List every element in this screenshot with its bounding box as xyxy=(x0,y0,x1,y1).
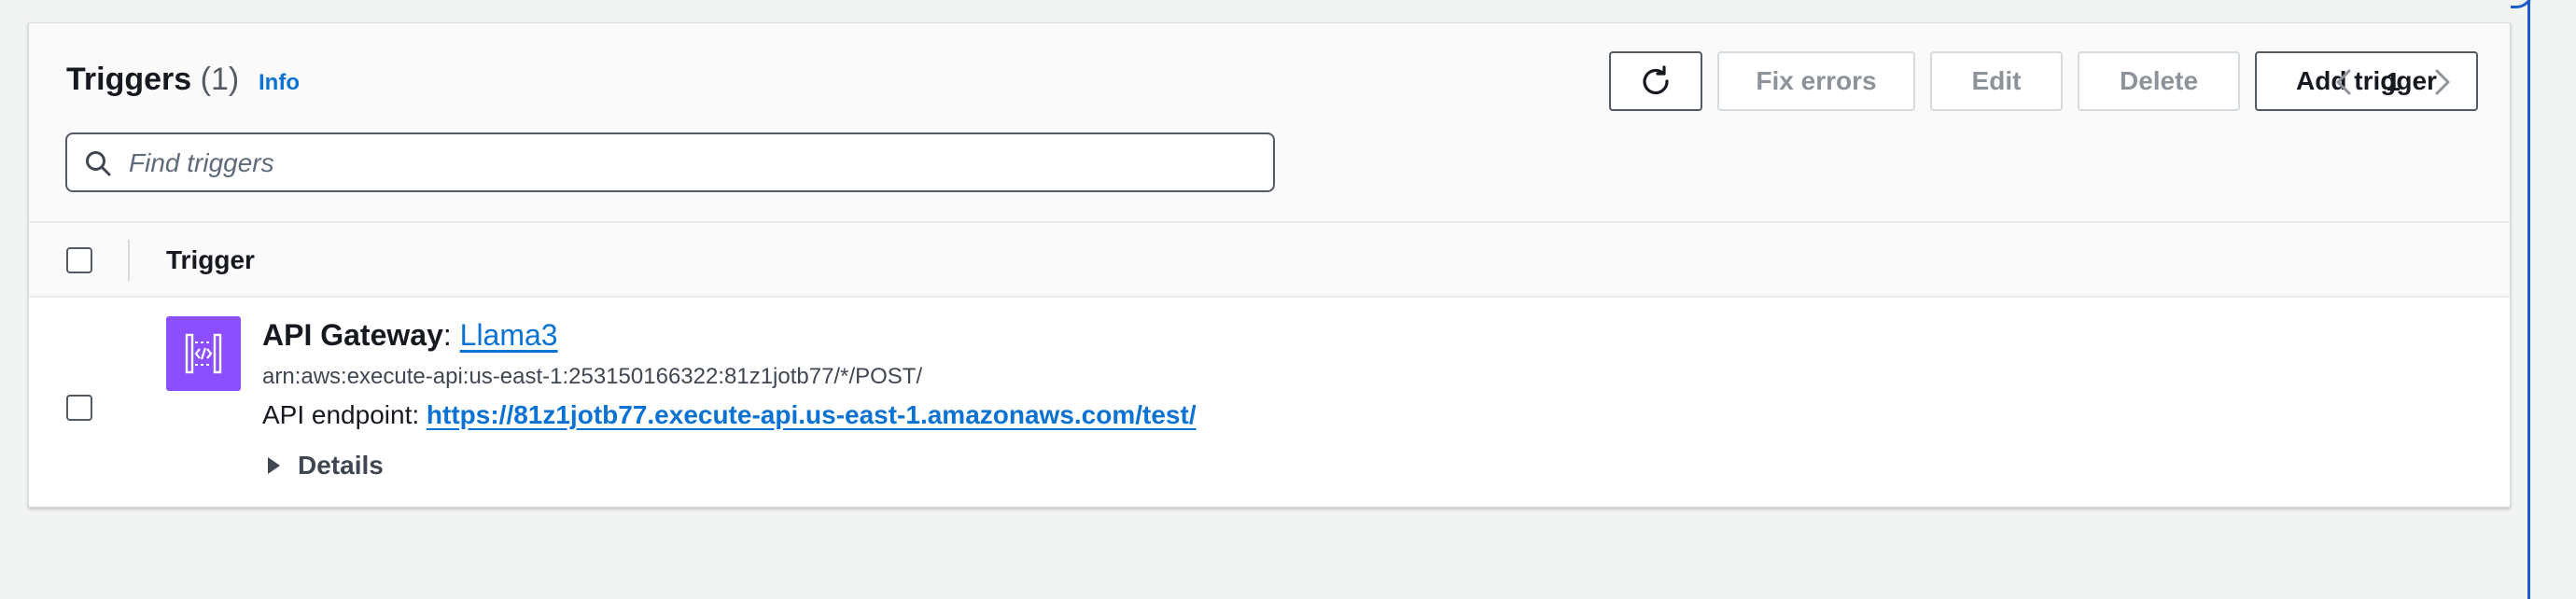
trigger-count: (1) xyxy=(200,62,240,97)
search-icon xyxy=(86,151,111,176)
select-all-checkbox[interactable] xyxy=(66,247,92,273)
refresh-button[interactable] xyxy=(1609,51,1702,111)
trigger-name-link[interactable]: Llama3 xyxy=(460,318,558,352)
details-label: Details xyxy=(298,451,384,480)
next-page-icon[interactable] xyxy=(2430,65,2455,99)
panel-title: Triggers (1) xyxy=(66,61,239,98)
api-endpoint-label: API endpoint: xyxy=(262,400,427,429)
column-header-trigger: Trigger xyxy=(166,245,255,274)
current-page-number[interactable]: 1 xyxy=(2380,66,2406,98)
table-header-row: Trigger xyxy=(29,223,2510,298)
previous-page-icon[interactable] xyxy=(2331,65,2356,99)
api-gateway-icon xyxy=(166,316,241,391)
trigger-title-separator: : xyxy=(442,318,460,352)
api-endpoint-link[interactable]: https://81z1jotb77.execute-api.us-east-1… xyxy=(427,400,1197,429)
refresh-icon xyxy=(1643,65,1669,95)
find-triggers-search xyxy=(65,132,1275,192)
search-input[interactable] xyxy=(127,134,1232,192)
delete-button[interactable]: Delete xyxy=(2078,51,2240,111)
edit-button[interactable]: Edit xyxy=(1930,51,2063,111)
trigger-title: API Gateway: Llama3 xyxy=(262,316,558,354)
trigger-service-name: API Gateway xyxy=(262,318,443,352)
caret-right-icon xyxy=(268,457,280,474)
panel-title-text: Triggers xyxy=(66,62,192,97)
fix-errors-button[interactable]: Fix errors xyxy=(1717,51,1915,111)
table-row: API Gateway: Llama3 arn:aws:execute-api:… xyxy=(29,298,2510,507)
trigger-arn: arn:aws:execute-api:us-east-1:2531501663… xyxy=(262,364,923,389)
panel-header: Triggers (1) Info Fix errors Edit Delete… xyxy=(29,23,2510,223)
info-link[interactable]: Info xyxy=(259,70,300,96)
focus-outline-edge xyxy=(2527,0,2530,599)
column-divider xyxy=(128,240,130,281)
row-select-checkbox[interactable] xyxy=(66,395,92,421)
details-expander[interactable]: Details xyxy=(266,449,384,482)
triggers-panel: Triggers (1) Info Fix errors Edit Delete… xyxy=(28,22,2511,508)
api-endpoint: API endpoint: https://81z1jotb77.execute… xyxy=(262,398,1197,432)
